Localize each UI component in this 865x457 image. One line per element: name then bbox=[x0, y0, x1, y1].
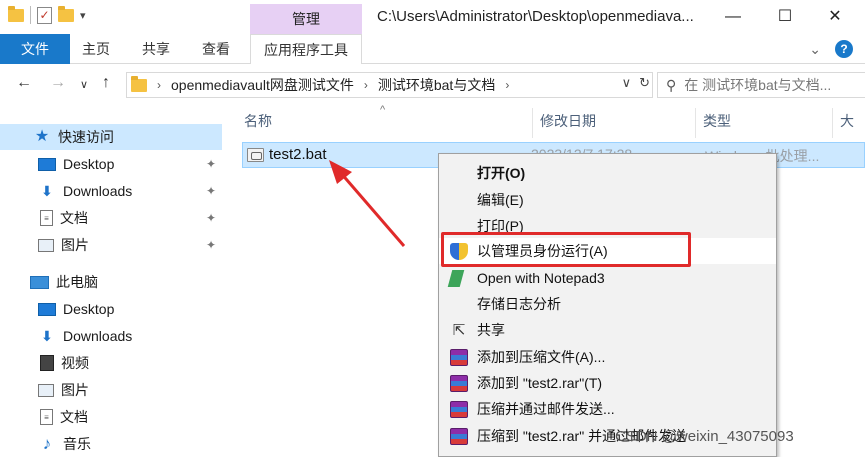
watermark: CSDN @weixin_43075093 bbox=[615, 428, 794, 445]
annotation-arrow bbox=[329, 160, 406, 247]
